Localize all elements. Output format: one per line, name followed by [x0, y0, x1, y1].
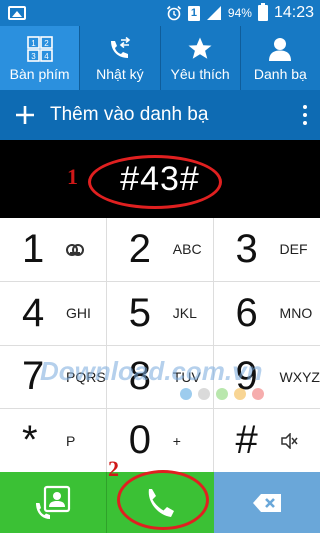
dial-pad: 1 2 ABC 3 DEF 4 GHI 5 JKL 6 MNO 7 PQRS 8…: [0, 218, 320, 472]
svg-text:1: 1: [31, 39, 36, 48]
key-hash[interactable]: #: [213, 409, 320, 472]
key-digit: 8: [128, 354, 152, 399]
key-letters: P: [66, 432, 76, 449]
backspace-icon: [252, 493, 281, 512]
contact-card-button[interactable]: [0, 472, 107, 533]
highlight-oval-number: [88, 155, 222, 209]
clock: 14:23: [273, 4, 314, 21]
key-6[interactable]: 6 MNO: [213, 281, 320, 345]
mute-icon: [280, 432, 298, 449]
key-7[interactable]: 7 PQRS: [0, 345, 106, 409]
battery-icon: [257, 3, 268, 21]
tab-keypad[interactable]: 1 2 3 4 Bàn phím: [0, 26, 80, 90]
gallery-notification-icon: [8, 6, 26, 20]
key-letters: PQRS: [66, 368, 106, 385]
delete-button[interactable]: [213, 472, 320, 533]
tab-call-log[interactable]: Nhật ký: [79, 26, 159, 90]
contact-card-icon: [36, 485, 71, 519]
voicemail-icon: [66, 244, 84, 257]
key-letters: WXYZ: [279, 368, 320, 385]
key-2[interactable]: 2 ABC: [106, 218, 213, 281]
number-display: #43#: [0, 140, 320, 218]
key-5[interactable]: 5 JKL: [106, 281, 213, 345]
add-contact-button[interactable]: [0, 105, 50, 125]
key-3[interactable]: 3 DEF: [213, 218, 320, 281]
key-letters: MNO: [279, 305, 313, 322]
key-digit: 2: [128, 226, 152, 271]
key-digit: 9: [235, 354, 258, 399]
bottom-bar: [0, 470, 320, 533]
key-digit: 1: [22, 226, 45, 271]
contacts-icon: [267, 34, 293, 64]
alarm-icon: [166, 5, 181, 21]
annotation-step-2: 2: [108, 456, 119, 481]
tab-contacts[interactable]: Danh bạ: [239, 26, 320, 90]
sim-indicator: 1: [187, 5, 200, 21]
key-digit: 4: [22, 290, 45, 335]
key-0[interactable]: 0 +: [106, 409, 213, 472]
status-icons: 1 94% 14:23: [166, 3, 314, 23]
key-digit: #: [235, 418, 258, 463]
key-digit: 5: [128, 290, 152, 335]
key-letters: ABC: [172, 241, 202, 258]
tab-bar: 1 2 3 4 Bàn phím Nhật ký Yêu thích Danh …: [0, 26, 320, 90]
highlight-oval-call: [117, 470, 210, 530]
key-digit: 3: [235, 226, 258, 271]
key-4[interactable]: 4 GHI: [0, 281, 106, 345]
key-letters: DEF: [279, 241, 308, 258]
signal-icon: [206, 6, 221, 20]
battery-percent: 94%: [227, 6, 252, 20]
call-button[interactable]: [106, 470, 214, 533]
key-digit: 7: [22, 354, 45, 399]
call-log-icon: [107, 34, 133, 64]
key-digit: 6: [235, 290, 258, 335]
action-bar: Thêm vào danh bạ: [0, 90, 320, 140]
keypad-icon: 1 2 3 4: [26, 34, 53, 64]
tab-label: Yêu thích: [170, 66, 230, 82]
key-8[interactable]: 8 TUV: [106, 345, 213, 409]
more-options-icon[interactable]: [290, 105, 320, 125]
tab-favorites[interactable]: Yêu thích: [159, 26, 240, 90]
tab-label: Danh bạ: [253, 66, 307, 82]
status-bar: 1 94% 14:23: [0, 0, 320, 26]
key-1[interactable]: 1: [0, 218, 106, 281]
key-digit: 0: [128, 418, 152, 463]
add-to-contacts-label[interactable]: Thêm vào danh bạ: [50, 104, 290, 126]
annotation-step-1: 1: [67, 164, 78, 189]
tab-label: Nhật ký: [96, 66, 144, 82]
key-9[interactable]: 9 WXYZ: [213, 345, 320, 409]
svg-text:3: 3: [31, 52, 36, 61]
tab-label: Bàn phím: [9, 66, 70, 82]
star-icon: [187, 34, 213, 64]
key-letters: GHI: [66, 305, 91, 322]
key-letters: TUV: [172, 368, 201, 385]
plus-icon: [16, 106, 34, 124]
svg-text:4: 4: [44, 52, 49, 61]
key-letters: +: [172, 432, 181, 449]
key-letters: JKL: [172, 305, 197, 322]
key-digit: *: [22, 418, 38, 463]
svg-text:2: 2: [44, 39, 49, 48]
key-star[interactable]: * P: [0, 409, 106, 472]
